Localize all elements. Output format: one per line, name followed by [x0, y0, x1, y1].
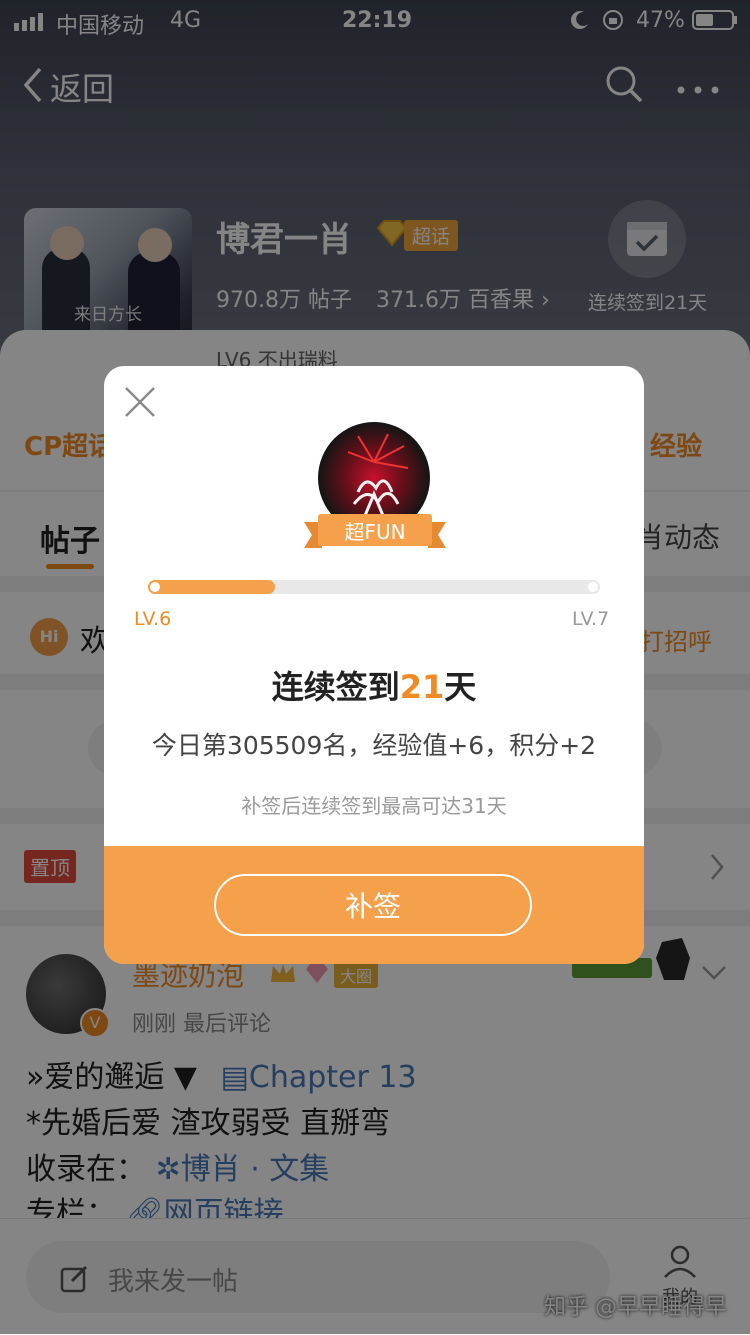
checkin-title-suffix: 天 [444, 668, 477, 706]
progress-start-dot [150, 582, 160, 592]
level-progress-fill [148, 580, 275, 594]
checkin-stats: 今日第305509名，经验值+6，积分+2 [151, 731, 597, 760]
level-to: LV.7 [572, 608, 610, 630]
level-from: LV.6 [134, 608, 172, 630]
checkin-title-days: 21 [399, 668, 445, 706]
makeup-note: 补签后连续签到最高可达31天 [241, 794, 507, 818]
level-badge-label: 超FUN [344, 520, 406, 544]
makeup-checkin-button[interactable]: 补签 [214, 874, 532, 936]
level-progress-bar [148, 580, 600, 594]
checkin-title: 连续签到21天 [104, 662, 644, 708]
progress-end-dot [588, 582, 598, 592]
checkin-title-prefix: 连续签到 [271, 668, 400, 706]
close-icon[interactable] [122, 384, 158, 424]
level-badge-ribbon: 超FUN [304, 512, 446, 552]
checkin-modal: 超FUN LV.6 LV.7 连续签到21天 今日第305509名，经验值+6，… [104, 366, 644, 964]
